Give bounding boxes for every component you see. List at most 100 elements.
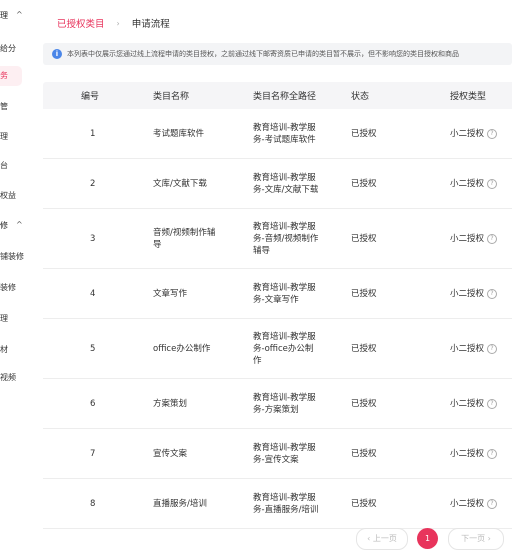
category-path-line: 教育培训-教学服 <box>253 393 316 403</box>
category-name-line: 方案策划 <box>153 399 188 409</box>
row-id: 4 <box>90 289 96 299</box>
row-status: 已授权 <box>351 129 377 139</box>
category-path-line: 务-office办公制 <box>253 344 314 354</box>
table-row: 3 音频/视频制作辅导教育培训-教学服 务-音频/视频制作 辅导 已授权 小二授权? <box>43 209 512 269</box>
table-row: 6 方案策划 教育培训-教学服 务-方案策划 已授权 小二授权? <box>43 379 512 429</box>
sidebar-item-label: 理 <box>0 11 8 20</box>
row-category-path: 教育培训-教学服 务-考试题库软件 <box>253 122 331 146</box>
chevron-up-icon: ^ <box>16 10 23 19</box>
prev-page-button[interactable]: ‹ 上一页 <box>356 528 408 550</box>
auth-type-label: 小二授权 <box>450 399 485 409</box>
row-id: 8 <box>90 499 96 509</box>
row-category-name: 宣传文案 <box>153 448 231 460</box>
row-status: 已授权 <box>351 289 377 299</box>
table-body: 1 考试题库软件 教育培训-教学服 务-考试题库软件 已授权 小二授权? 2 文库/文献下载教… <box>43 109 512 529</box>
category-name-line: 宣传文案 <box>153 449 188 459</box>
help-icon[interactable]: ? <box>487 448 498 459</box>
row-status: 已授权 <box>351 344 377 354</box>
header-id: 编号 <box>81 92 100 102</box>
sidebar-item[interactable]: 理 <box>0 313 8 324</box>
row-status: 已授权 <box>351 499 377 509</box>
row-auth-type: 小二授权? <box>450 288 498 300</box>
row-category-name: office办公制作 <box>153 343 231 355</box>
category-path-line: 务-文章写作 <box>253 295 299 305</box>
row-id: 7 <box>90 449 96 459</box>
table-row: 1 考试题库软件 教育培训-教学服 务-考试题库软件 已授权 小二授权? <box>43 109 512 159</box>
row-category-name: 直播服务/培训 <box>153 498 231 510</box>
row-id: 3 <box>90 234 96 244</box>
category-name-line: 音频/视频制作辅 <box>153 228 216 238</box>
auth-type-label: 小二授权 <box>450 179 485 189</box>
table-row: 2 文库/文献下载 教育培训-教学服 务-文库/文献下载 已授权 小二授权? <box>43 159 512 209</box>
next-page-button[interactable]: 下一页 › <box>448 528 504 550</box>
breadcrumb: 已授权类目 › 申请流程 <box>57 16 170 31</box>
row-auth-type: 小二授权? <box>450 343 498 355</box>
table-row: 7 宣传文案 教育培训-教学服 务-宣传文案 已授权 小二授权? <box>43 429 512 479</box>
category-table: 编号 类目名称 类目名称全路径 状态 授权类型 1 考试题库软件 教育培训-教学服务… <box>43 82 512 529</box>
table-header: 编号 类目名称 类目名称全路径 状态 授权类型 <box>43 82 512 109</box>
page-1-button[interactable]: 1 <box>417 528 438 549</box>
row-category-path: 教育培训-教学服 务-方案策划 <box>253 392 331 416</box>
table-row: 8 直播服务/培训 教育培训-教学服 务-直播服务/培训 已授权 小二授权? <box>43 479 512 529</box>
header-type: 授权类型 <box>450 92 487 102</box>
sidebar-item-active[interactable]: 务 <box>0 66 22 86</box>
help-icon[interactable]: ? <box>487 233 498 244</box>
row-category-path: 教育培训-教学服 务-宣传文案 <box>253 442 331 466</box>
sidebar-group-2[interactable]: 修 ^ <box>0 220 23 231</box>
category-path-line: 务-方案策划 <box>253 405 299 415</box>
sidebar-item[interactable]: 给分 <box>0 43 16 54</box>
help-icon[interactable]: ? <box>487 288 498 299</box>
sidebar-item[interactable]: 管 <box>0 101 8 112</box>
row-id: 5 <box>90 344 96 354</box>
table-row: 4 文章写作 教育培训-教学服 务-文章写作 已授权 小二授权? <box>43 269 512 319</box>
category-name-line: 导 <box>153 240 162 250</box>
help-icon[interactable]: ? <box>487 128 498 139</box>
row-auth-type: 小二授权? <box>450 178 498 190</box>
row-category-name: 文库/文献下载 <box>153 178 231 190</box>
sidebar-item[interactable]: 材 <box>0 344 8 355</box>
row-category-name: 考试题库软件 <box>153 128 231 140</box>
table-row: 5 office办公制作 教育培训-教学服 务-office办公制作 已授权 小二授权? <box>43 319 512 379</box>
category-path-line: 教育培训-教学服 <box>253 222 316 232</box>
sidebar-item[interactable]: 权益 <box>0 190 16 201</box>
sidebar-item[interactable]: 铺装修 <box>0 251 24 262</box>
category-path-line: 作 <box>253 356 262 366</box>
category-path-line: 务-直播服务/培训 <box>253 505 319 515</box>
sidebar: 理 ^ 给分 务 管 理 台 权益 修 ^ 铺装修 装修 理 材 视频 <box>0 0 34 550</box>
row-auth-type: 小二授权? <box>450 233 498 245</box>
category-name-line: 文章写作 <box>153 289 188 299</box>
row-category-path: 教育培训-教学服 务-直播服务/培训 <box>253 492 331 516</box>
row-id: 1 <box>90 129 96 139</box>
sidebar-item[interactable]: 理 <box>0 131 8 142</box>
category-path-line: 务-宣传文案 <box>253 455 299 465</box>
row-auth-type: 小二授权? <box>450 448 498 460</box>
category-path-line: 教育培训-教学服 <box>253 443 316 453</box>
sidebar-item[interactable]: 视频 <box>0 372 16 383</box>
help-icon[interactable]: ? <box>487 498 498 509</box>
header-name: 类目名称 <box>153 92 190 102</box>
category-path-line: 辅导 <box>253 246 271 256</box>
row-status: 已授权 <box>351 399 377 409</box>
row-category-path: 教育培训-教学服 务-文库/文献下载 <box>253 172 331 196</box>
category-path-line: 教育培训-教学服 <box>253 493 316 503</box>
row-status: 已授权 <box>351 234 377 244</box>
sidebar-group-1[interactable]: 理 ^ <box>0 10 23 21</box>
sidebar-item-label: 修 <box>0 221 8 230</box>
header-path: 类目名称全路径 <box>253 92 317 102</box>
help-icon[interactable]: ? <box>487 178 498 189</box>
breadcrumb-next[interactable]: 申请流程 <box>132 16 170 30</box>
category-path-line: 教育培训-教学服 <box>253 173 316 183</box>
help-icon[interactable]: ? <box>487 398 498 409</box>
row-category-path: 教育培训-教学服 务-office办公制作 <box>253 331 331 367</box>
row-category-path: 教育培训-教学服 务-文章写作 <box>253 282 331 306</box>
auth-type-label: 小二授权 <box>450 234 485 244</box>
sidebar-item[interactable]: 装修 <box>0 282 16 293</box>
category-path-line: 教育培训-教学服 <box>253 332 316 342</box>
row-status: 已授权 <box>351 449 377 459</box>
auth-type-label: 小二授权 <box>450 129 485 139</box>
breadcrumb-current[interactable]: 已授权类目 <box>57 16 105 30</box>
help-icon[interactable]: ? <box>487 343 498 354</box>
sidebar-item[interactable]: 台 <box>0 160 8 171</box>
category-path-line: 务-文库/文献下载 <box>253 185 319 195</box>
auth-type-label: 小二授权 <box>450 289 485 299</box>
